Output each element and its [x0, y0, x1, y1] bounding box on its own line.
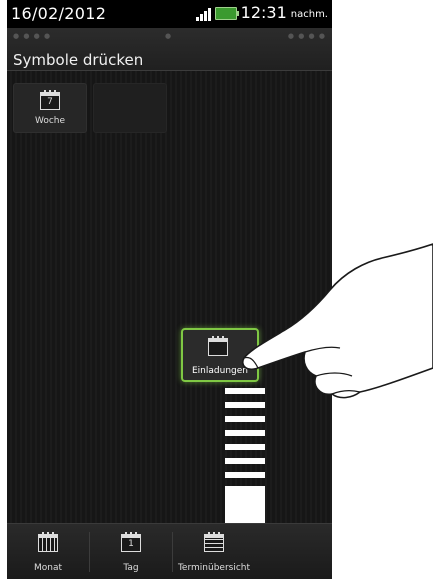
- hand-pointer-icon: [242, 243, 433, 399]
